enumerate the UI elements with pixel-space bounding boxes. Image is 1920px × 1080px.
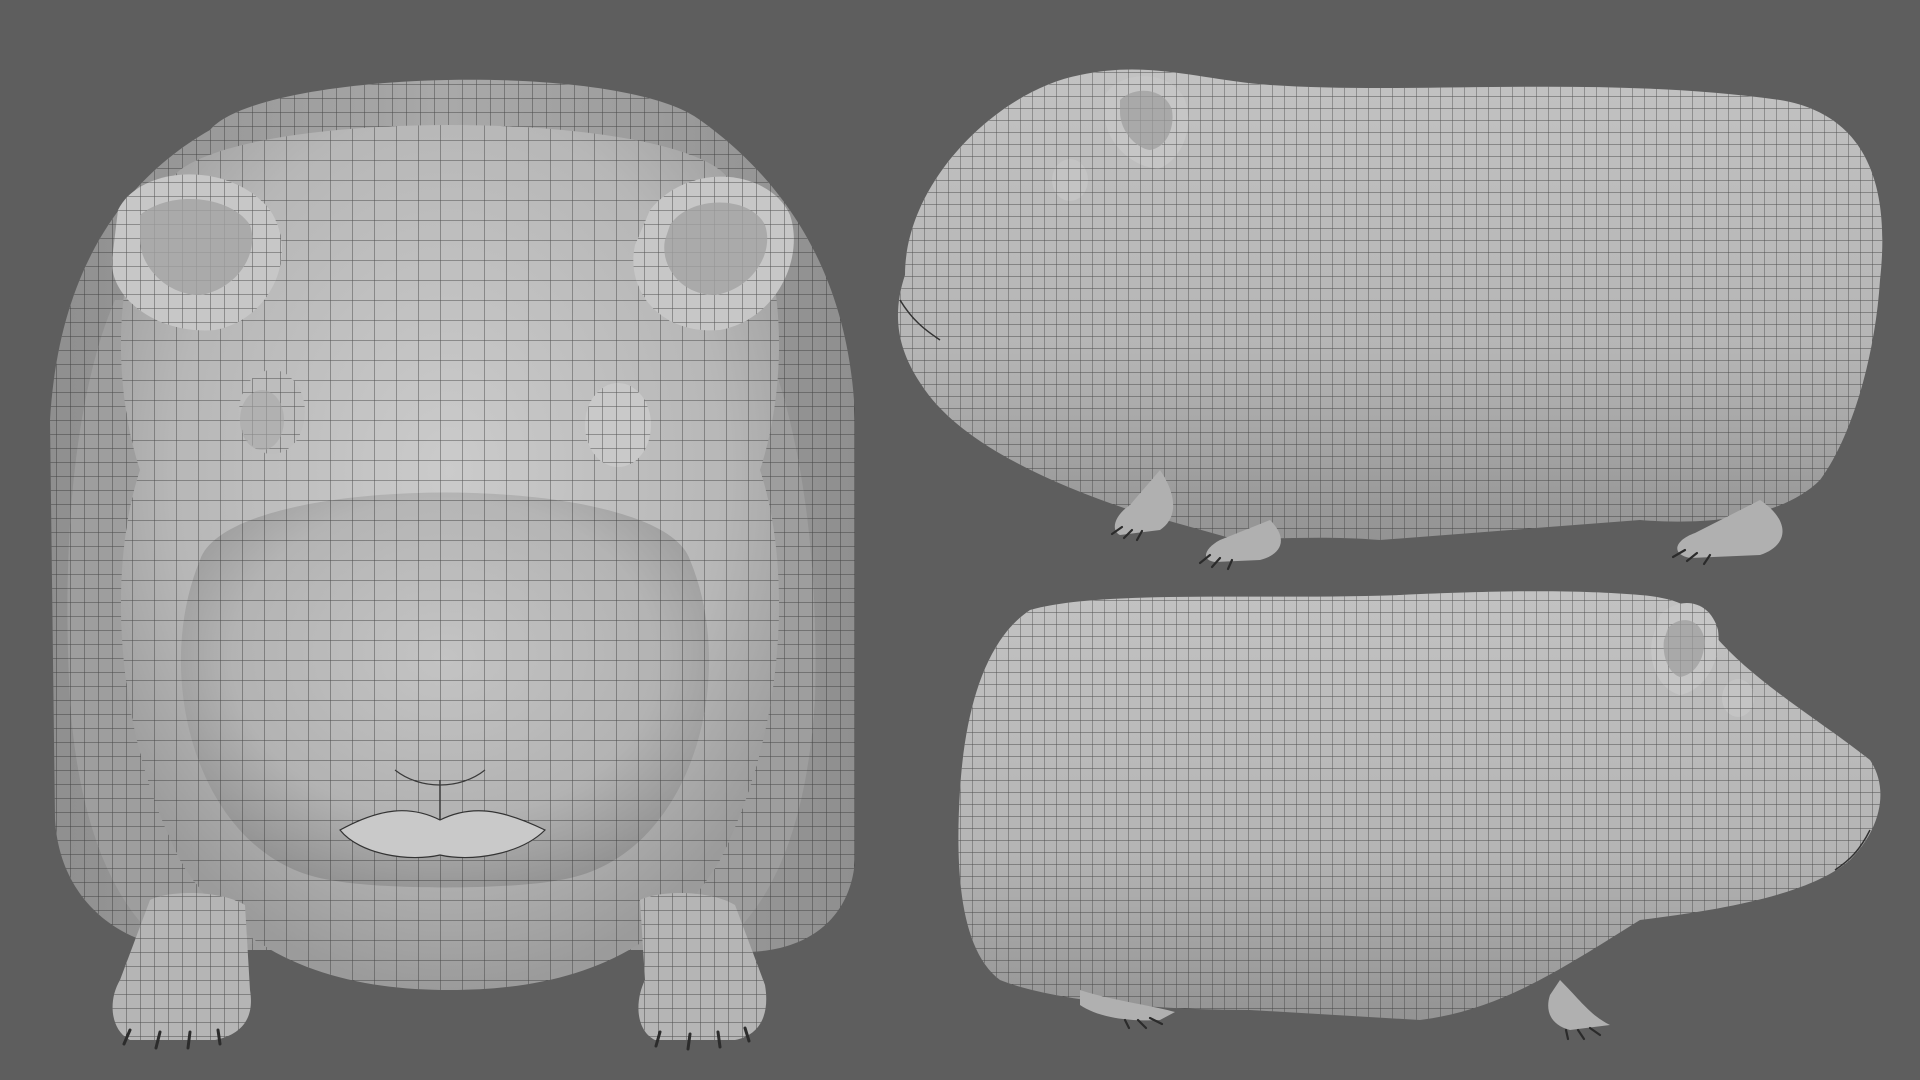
side-left-eye	[1052, 159, 1088, 201]
side-right-front-leg	[1548, 980, 1610, 1041]
side-view-right-model	[958, 591, 1881, 1041]
front-left-eye	[239, 370, 305, 454]
render-canvas	[50, 69, 1883, 1051]
viewport	[0, 0, 1920, 1080]
side-right-eye	[1722, 679, 1754, 717]
front-view-model	[50, 79, 855, 1051]
side-view-left-model	[897, 69, 1883, 571]
front-right-eye	[585, 383, 651, 467]
front-left-ear	[111, 174, 282, 331]
